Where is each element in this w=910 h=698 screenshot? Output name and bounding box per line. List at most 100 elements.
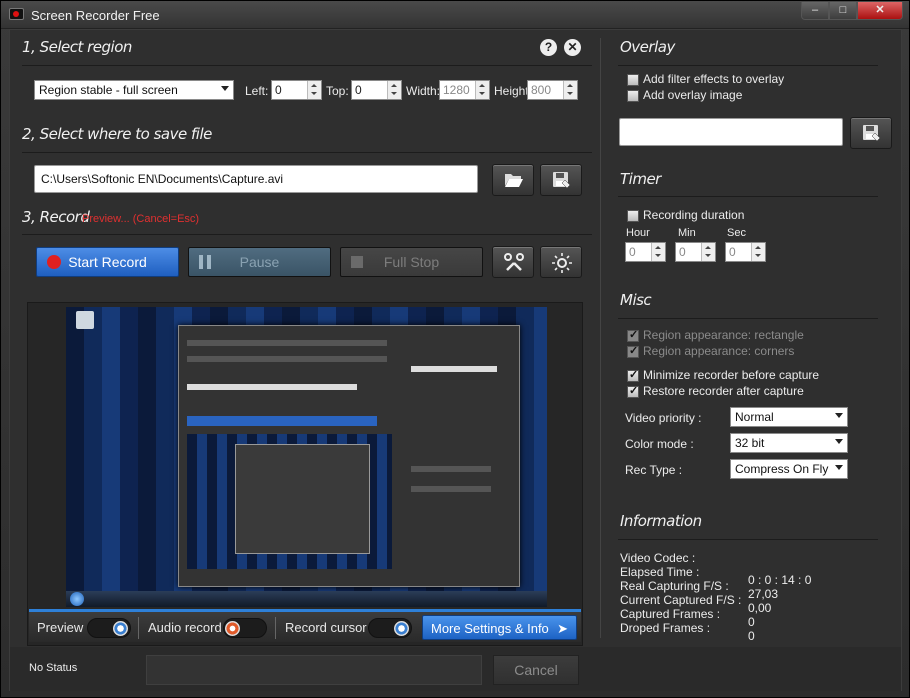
full-stop-label: Full Stop — [383, 254, 440, 270]
spinner-arrows-icon[interactable] — [307, 81, 321, 99]
droped-frames-value: 0 — [748, 629, 755, 643]
restore-checkbox[interactable] — [627, 384, 639, 398]
rec-type-select[interactable]: Compress On Fly — [730, 459, 848, 479]
color-mode-select[interactable]: 32 bit — [730, 433, 848, 453]
video-priority-value: Normal — [735, 410, 774, 424]
video-priority-select[interactable]: Normal — [730, 407, 848, 427]
overlay-image-label: Add overlay image — [643, 88, 743, 102]
min-label: Min — [678, 227, 696, 239]
recording-duration-checkbox[interactable] — [627, 210, 639, 222]
spinner-arrows-icon[interactable] — [751, 243, 765, 261]
region-mode-select[interactable]: Region stable - full screen — [34, 80, 234, 100]
information-title: Information — [620, 512, 702, 530]
width-spinner[interactable]: 1280 — [439, 80, 490, 100]
sec-label: Sec — [727, 227, 746, 239]
preview-panel — [27, 302, 583, 646]
minimize-checkbox[interactable] — [627, 368, 639, 382]
start-record-button[interactable]: Start Record — [36, 247, 179, 277]
region-corners-label: Region appearance: corners — [643, 344, 795, 358]
preview-toggle[interactable] — [87, 618, 131, 638]
chevron-down-icon — [835, 465, 843, 470]
rec-type-value: Compress On Fly — [735, 462, 829, 476]
pause-icon — [199, 255, 211, 269]
save-path-input[interactable]: C:\Users\Softonic EN\Documents\Capture.a… — [34, 165, 478, 193]
spinner-arrows-icon[interactable] — [387, 81, 401, 99]
region-corners-checkbox[interactable] — [627, 344, 639, 358]
video-priority-label: Video priority : — [625, 411, 702, 425]
maximize-button[interactable]: □ — [829, 2, 857, 20]
left-value: 0 — [275, 83, 282, 97]
divider — [618, 318, 878, 319]
recycle-bin-icon — [76, 311, 94, 329]
spinner-arrows-icon[interactable] — [563, 81, 577, 99]
rec-type-label: Rec Type : — [625, 463, 683, 477]
overlay-title: Overlay — [620, 38, 675, 56]
filter-effects-label: Add filter effects to overlay — [643, 72, 785, 86]
elapsed-time-value: 0 : 0 : 14 : 0 — [748, 573, 812, 587]
title-bar[interactable]: Screen Recorder Free – □ ✕ — [1, 1, 909, 29]
spinner-arrows-icon[interactable] — [651, 243, 665, 261]
start-orb-icon — [70, 592, 84, 606]
select-region-title: 1, Select region — [22, 38, 132, 56]
sec-value: 0 — [729, 245, 736, 259]
chevron-down-icon — [835, 439, 843, 444]
current-fps-label: Current Captured F/S : — [620, 593, 742, 607]
overlay-image-checkbox[interactable] — [627, 90, 639, 102]
close-window-button[interactable]: ✕ — [857, 2, 903, 20]
tools-button[interactable] — [492, 246, 534, 278]
chevron-down-icon — [835, 413, 843, 418]
cursor-toggle-label: Record cursor — [285, 620, 367, 635]
min-spinner[interactable]: 0 — [675, 242, 716, 262]
height-label: Height — [494, 84, 529, 98]
filter-effects-checkbox[interactable] — [627, 74, 639, 86]
status-bar: No Status Cancel — [10, 647, 901, 691]
close-icon[interactable]: ✕ — [564, 39, 581, 56]
sec-spinner[interactable]: 0 — [725, 242, 766, 262]
left-spinner[interactable]: 0 — [271, 80, 322, 100]
window-title: Screen Recorder Free — [31, 8, 160, 23]
height-spinner[interactable]: 800 — [527, 80, 578, 100]
audio-toggle[interactable] — [223, 618, 267, 638]
overlay-image-input[interactable] — [619, 118, 843, 146]
minimize-button[interactable]: – — [801, 2, 829, 20]
hour-spinner[interactable]: 0 — [625, 242, 666, 262]
cursor-toggle[interactable] — [368, 618, 412, 638]
pause-button[interactable]: Pause — [188, 247, 331, 277]
stop-icon — [351, 256, 363, 268]
divider — [618, 65, 878, 66]
floppy-icon — [863, 125, 881, 142]
spinner-arrows-icon[interactable] — [701, 243, 715, 261]
divider — [22, 65, 592, 66]
more-settings-button[interactable]: More Settings & Info ➤ — [422, 615, 577, 640]
app-window: Screen Recorder Free – □ ✕ 1, Select reg… — [0, 0, 910, 698]
real-fps-label: Real Capturing F/S : — [620, 579, 729, 593]
region-rectangle-checkbox[interactable] — [627, 328, 639, 342]
folder-open-icon — [505, 174, 523, 187]
misc-title: Misc — [620, 291, 652, 309]
pause-label: Pause — [239, 254, 280, 270]
app-icon — [9, 8, 24, 20]
top-spinner[interactable]: 0 — [351, 80, 402, 100]
toggle-knob-icon — [225, 621, 240, 636]
hour-label: Hour — [626, 227, 650, 239]
help-icon[interactable]: ? — [540, 39, 557, 56]
min-value: 0 — [679, 245, 686, 259]
start-record-label: Start Record — [68, 254, 147, 270]
toggle-knob-icon — [394, 621, 409, 636]
browse-folder-button[interactable] — [492, 164, 534, 196]
hour-value: 0 — [629, 245, 636, 259]
chevron-down-icon — [221, 86, 229, 91]
captured-frames-value: 0 — [748, 615, 755, 629]
audio-toggle-label: Audio record — [148, 620, 222, 635]
color-mode-label: Color mode : — [625, 437, 694, 451]
progress-field — [146, 655, 482, 685]
spinner-arrows-icon[interactable] — [475, 81, 489, 99]
record-dot-icon — [47, 255, 61, 269]
region-rectangle-label: Region appearance: rectangle — [643, 328, 804, 342]
cancel-button[interactable]: Cancel — [493, 655, 579, 685]
full-stop-button[interactable]: Full Stop — [340, 247, 483, 277]
brightness-button[interactable] — [540, 246, 582, 278]
minimize-label: Minimize recorder before capture — [643, 368, 820, 382]
overlay-save-button[interactable] — [850, 117, 892, 149]
save-button[interactable] — [540, 164, 582, 196]
